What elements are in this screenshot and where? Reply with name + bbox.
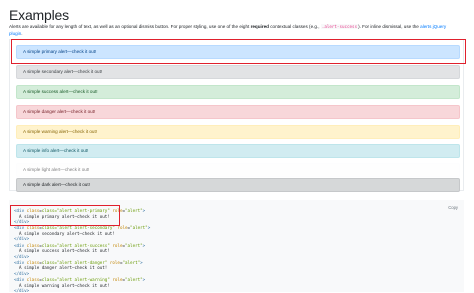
copy-button[interactable]: Copy (448, 205, 458, 210)
code-alert-text: A simple danger alert—check it out! (19, 265, 108, 271)
code-close-tag: </div> (14, 236, 30, 242)
intro-bold: required (250, 24, 269, 29)
code-alert-text: A simple success alert—check it out! (19, 248, 110, 254)
intro-text-1: Alerts are available for any length of t… (9, 24, 251, 29)
code-close-tag: </div> (14, 288, 30, 293)
code-alert-text: A simple warning alert—check it out! (19, 282, 110, 288)
intro-text-3: ). For inline dismissal, use the (358, 24, 421, 29)
code-text-line: A simple warning alert—check it out! (14, 283, 110, 288)
code-open-tag: <div class=class="alert alert-danger" ro… (14, 259, 143, 265)
code-open-tag: <div class=class="alert alert-secondary"… (14, 225, 151, 231)
intro-text-2: contextual classes (e.g., (268, 24, 321, 29)
code-open-tag: <div class=class="alert alert-success" r… (14, 242, 146, 248)
code-close-tag: </div> (14, 253, 30, 259)
alert-6: A simple light alert—check it out! (16, 163, 460, 177)
code-variant: class="alert alert-success" (41, 242, 110, 248)
code-close-tag: </div> (14, 270, 30, 276)
code-alert-text: A simple secondary alert—check it out! (19, 230, 115, 236)
highlight-box-primary-alert (11, 39, 466, 64)
code-text-line: A simple success alert—check it out! (14, 248, 110, 253)
code-open-tag: <div class=class="alert alert-warning" r… (14, 277, 146, 283)
code-text-line: A simple secondary alert—check it out! (14, 231, 115, 236)
page-title: Examples (9, 7, 69, 23)
alert-5: A simple info alert—check it out! (16, 144, 460, 158)
alert-7: A simple dark alert—check it out! (16, 178, 460, 192)
intro-code: .alert-success (320, 24, 359, 29)
intro-text-4: . (21, 30, 23, 36)
code-variant: class="alert alert-danger" (41, 259, 108, 265)
intro-paragraph: Alerts are available for any length of t… (9, 24, 449, 37)
alert-4: A simple warning alert—check it out! (16, 125, 460, 139)
code-variant: class="alert alert-secondary" (41, 225, 115, 231)
alert-2: A simple success alert—check it out! (16, 85, 460, 99)
code-variant: class="alert alert-warning" (41, 277, 110, 283)
alert-1: A simple secondary alert—check it out! (16, 65, 460, 79)
highlight-box-code (10, 205, 120, 226)
alert-3: A simple danger alert—check it out! (16, 105, 460, 119)
code-text-line: A simple danger alert—check it out! (14, 265, 107, 270)
